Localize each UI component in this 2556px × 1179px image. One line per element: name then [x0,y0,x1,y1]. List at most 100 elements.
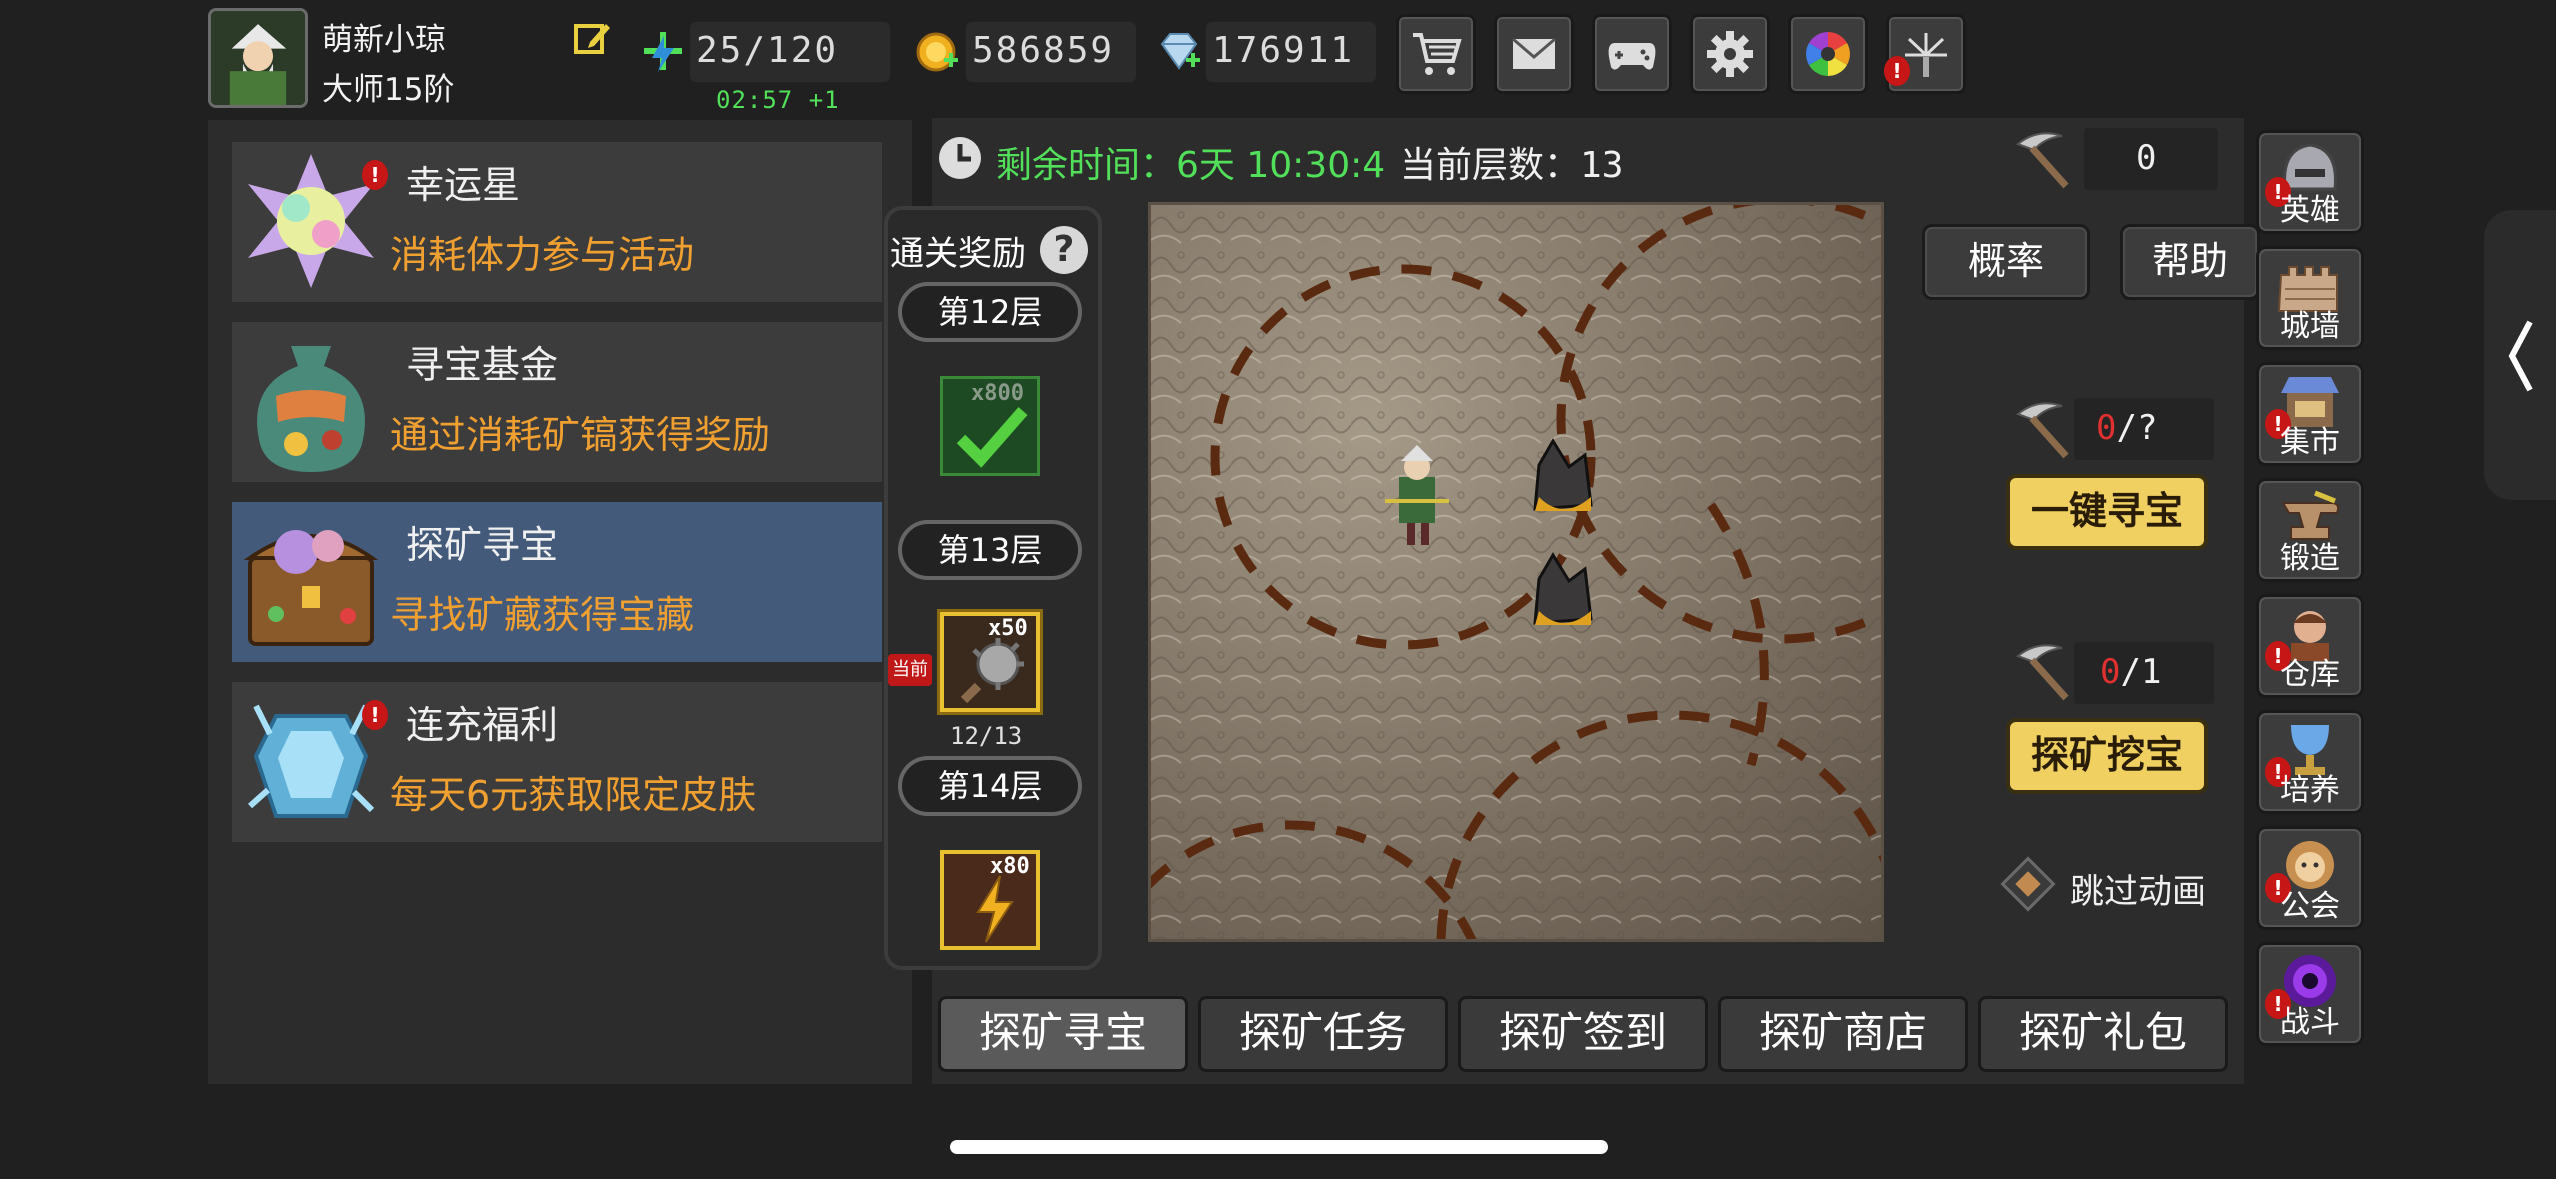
dig-counter: 0/1 [2100,652,2161,692]
skip-animation-label: 跳过动画 [2070,872,2206,912]
remaining-time-value: 6天 10:30:4 [1176,145,1386,186]
color-wheel-icon [1806,32,1850,76]
auto-treasure-counter: 0/? [2096,408,2157,448]
pickaxe-icon [2016,132,2069,189]
floor-14-reward-slot[interactable]: x80 [940,850,1040,950]
floor-12-label: 第12层 [898,282,1082,342]
side-nav-heroes[interactable]: ! 英雄 [2256,130,2364,234]
tab-mining-treasure[interactable]: 探矿寻宝 [938,996,1188,1072]
activity-card-mining-treasure[interactable]: 探矿寻宝 寻找矿藏获得宝藏 [232,502,882,662]
pickaxe-total-value: 0 [2136,138,2157,178]
side-nav-forge[interactable]: 锻造 [2256,478,2364,582]
lucky-star-desc: 消耗体力参与活动 [390,233,695,277]
side-nav-battle[interactable]: ! 战斗 [2256,942,2364,1046]
side-nav-heroes-label: 英雄 [2280,193,2340,228]
current-floor: 当前层数：13 [1400,136,1623,188]
tab-mining-checkin[interactable]: 探矿签到 [1458,996,1708,1072]
activity-card-treasure-fund[interactable]: 寻宝基金 通过消耗矿镐获得奖励 [232,322,882,482]
pickaxe-icon [2016,402,2069,459]
rewards-help-button[interactable]: ? [1040,226,1088,274]
treasure-bag-icon [257,346,365,472]
side-nav-training[interactable]: ! 培养 [2256,710,2364,814]
odds-button[interactable]: 概率 [1922,224,2090,300]
gem-plus-icon[interactable] [1156,28,1202,74]
current-floor-label: 当前层数： [1400,145,1581,186]
side-nav-market[interactable]: ! 集市 [2256,362,2364,466]
floor-14-label: 第14层 [898,756,1082,816]
clock-icon [939,137,981,179]
activity-card-recharge-bonus[interactable]: ! 连充福利 每天6元获取限定皮肤 [232,682,882,842]
mace-icon [960,638,1024,704]
edit-name-icon[interactable] [572,18,612,58]
dig-sep: / [2120,652,2141,692]
dig-used: 0 [2100,652,2121,692]
avatar-portrait-icon [211,11,305,105]
side-nav-training-label: 培养 [2280,773,2340,808]
recharge-bonus-desc: 每天6元获取限定皮肤 [390,773,757,817]
floor-13-progress: 12/13 [950,722,1023,750]
floor-rewards-title: 通关奖励 [890,234,1026,274]
remaining-time: 剩余时间：6天 10:30:4 [996,136,1385,188]
map-artwork [1151,205,1881,939]
home-indicator[interactable] [950,1140,1608,1154]
treasure-chest-icon [243,530,379,646]
floor-13-reward-slot[interactable]: x50 [940,612,1040,712]
claimed-check-icon [956,407,1028,468]
mining-treasure-title: 探矿寻宝 [406,523,559,567]
mining-treasure-desc: 寻找矿藏获得宝藏 [390,593,695,637]
treasure-map[interactable] [1148,202,1884,942]
side-nav-wall-label: 城墙 [2280,309,2340,344]
stamina-value: 25/120 [696,30,839,71]
one-click-treasure-button[interactable]: 一键寻宝 [2006,474,2208,550]
tab-mining-tasks[interactable]: 探矿任务 [1198,996,1448,1072]
remaining-time-label: 剩余时间： [996,145,1177,186]
tab-mining-shop[interactable]: 探矿商店 [1718,996,1968,1072]
dig-max: 1 [2140,652,2162,692]
floor-12-reward-slot[interactable]: x800 [940,376,1040,476]
mail-button[interactable] [1494,14,1574,94]
mail-icon [1512,37,1556,69]
help-button[interactable]: 帮助 [2120,224,2260,300]
side-nav-guild[interactable]: ! 公会 [2256,826,2364,930]
side-nav-warehouse-label: 仓库 [2280,657,2340,692]
gamepad-button[interactable] [1592,14,1672,94]
firework-alert-badge: ! [1884,56,1910,86]
floor-13-label: 第13层 [898,520,1082,580]
treasure-fund-title: 寻宝基金 [406,343,559,387]
settings-button[interactable] [1690,14,1770,94]
side-nav-wall[interactable]: 城墙 [2256,246,2364,350]
player-name: 萌新小琼 [322,22,446,58]
side-nav-warehouse[interactable]: ! 仓库 [2256,594,2364,698]
player-avatar[interactable] [208,8,308,108]
side-nav-guild-label: 公会 [2280,889,2340,924]
lucky-star-alert-badge: ! [362,160,388,190]
stamina-regen-timer: 02:57 +1 [716,86,840,114]
pickaxe-icon [2016,644,2069,701]
chevron-left-icon[interactable] [2506,316,2536,396]
auto-treasure-sep: / [2116,408,2137,448]
activity-card-lucky-star[interactable]: ! 幸运星 消耗体力参与活动 [232,142,882,302]
player-rank: 大师15阶 [322,72,455,108]
side-nav-battle-label: 战斗 [2280,1005,2340,1040]
tab-mining-gift-pack[interactable]: 探矿礼包 [1978,996,2228,1072]
color-wheel-button[interactable] [1788,14,1868,94]
shop-button[interactable] [1396,14,1476,94]
mine-dig-button[interactable]: 探矿挖宝 [2006,718,2208,794]
cart-icon [1413,33,1462,75]
recharge-bonus-alert-badge: ! [362,700,388,730]
stamina-plus-icon[interactable] [640,28,686,74]
gold-coin-plus-icon[interactable] [914,28,960,74]
side-nav-forge-label: 锻造 [2280,541,2340,576]
gems-value: 176911 [1212,30,1355,71]
gamepad-icon [1608,43,1656,70]
auto-treasure-max: ? [2136,408,2158,448]
gold-value: 586859 [972,30,1115,71]
auto-treasure-used: 0 [2096,408,2117,448]
skip-animation-checkbox-icon[interactable] [2000,856,2056,912]
current-floor-value: 13 [1580,145,1624,186]
side-nav-market-label: 集市 [2280,425,2340,460]
lucky-star-title: 幸运星 [406,163,521,207]
recharge-bonus-title: 连充福利 [406,703,559,747]
gear-icon [1707,31,1753,77]
treasure-fund-desc: 通过消耗矿镐获得奖励 [390,413,771,457]
